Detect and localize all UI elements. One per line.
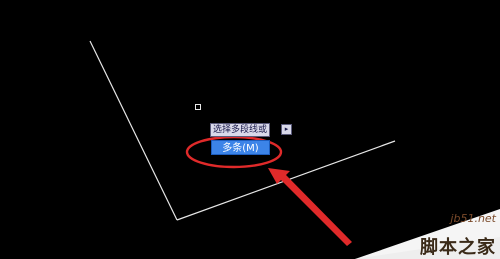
- watermark-url: jb51.net: [450, 212, 496, 225]
- watermark-name: 脚本之家: [420, 237, 496, 258]
- multiple-option-button[interactable]: 多条(M): [211, 140, 270, 155]
- pointer-arrow: [268, 168, 352, 246]
- cad-drawing-canvas[interactable]: 选择多段线或 ▸ 多条(M) jb51.net 脚本之家: [0, 0, 500, 259]
- site-watermark: jb51.net 脚本之家: [355, 209, 500, 259]
- command-prompt: 选择多段线或: [210, 123, 271, 137]
- prompt-text: 选择多段线或: [213, 125, 268, 135]
- polyline-segment-1[interactable]: [89, 40, 178, 221]
- expand-options-icon[interactable]: ▸: [281, 124, 292, 135]
- pickbox-icon: [195, 104, 201, 110]
